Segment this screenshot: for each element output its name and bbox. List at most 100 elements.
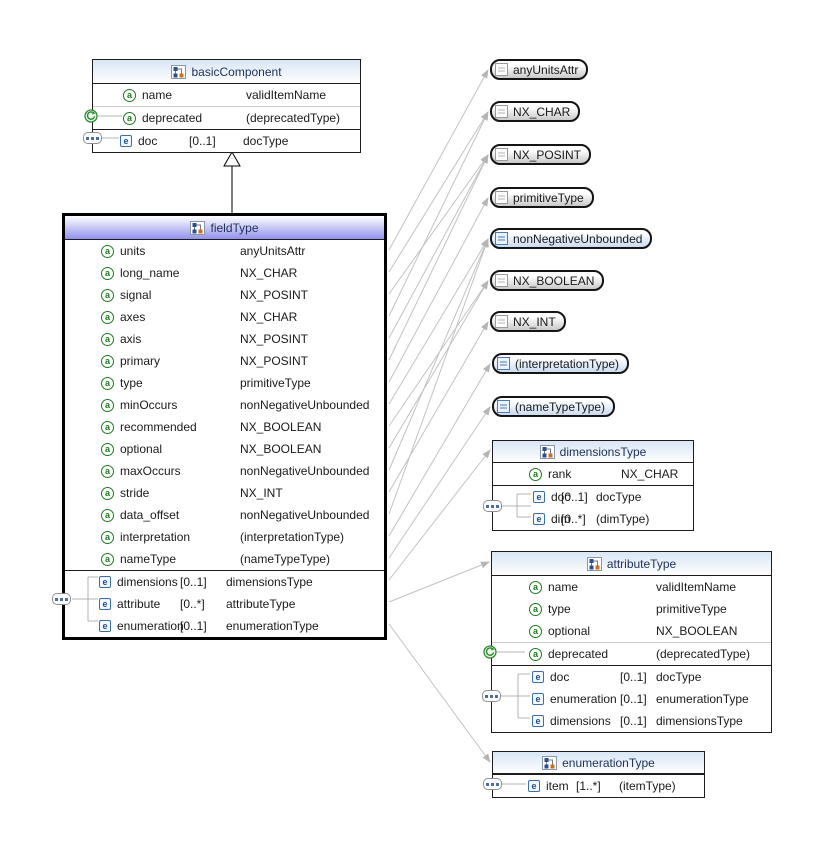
- attr-type: NX_INT: [240, 486, 283, 500]
- row-optional[interactable]: aoptionalNX_BOOLEAN: [65, 438, 384, 460]
- attribute-icon: a: [101, 289, 114, 302]
- elem-cardinality: [0..1]: [620, 714, 647, 728]
- simple-type-icon: [495, 63, 508, 76]
- row-primary[interactable]: aprimaryNX_POSINT: [65, 350, 384, 372]
- type-chip-nonNegativeUnbounded[interactable]: nonNegativeUnbounded: [490, 228, 652, 249]
- row-deprecated[interactable]: a deprecated (deprecatedType): [93, 106, 360, 129]
- attr-name: data_offset: [120, 508, 179, 522]
- element-icon: e: [532, 693, 544, 705]
- row-dimensions[interactable]: edimensions[0..1]dimensionsType: [65, 571, 384, 593]
- type-chip-NX_INT[interactable]: NX_INT: [490, 311, 566, 332]
- row-dimensions[interactable]: edimensions[0..1]dimensionsType: [492, 710, 771, 732]
- elem-name: doc: [550, 670, 569, 684]
- row-enumeration[interactable]: eenumeration[0..1]enumerationType: [492, 688, 771, 710]
- row-axes[interactable]: aaxesNX_CHAR: [65, 306, 384, 328]
- type-chip-NX_POSINT[interactable]: NX_POSINT: [490, 144, 591, 165]
- attr-name: optional: [548, 624, 590, 638]
- type-chip-nameTypeType[interactable]: (nameTypeType): [492, 396, 615, 417]
- elem-name: dimensions: [550, 714, 611, 728]
- attr-name: long_name: [120, 266, 179, 280]
- row-deprecated[interactable]: adeprecated(deprecatedType): [492, 642, 771, 665]
- row-enumeration[interactable]: eenumeration[0..1]enumerationType: [65, 615, 384, 637]
- elem-name: enumeration: [550, 692, 617, 706]
- type-chip-label: NX_BOOLEAN: [513, 274, 594, 288]
- elem-cardinality: [0..1]: [561, 490, 588, 504]
- row-type[interactable]: atypeprimitiveType: [65, 372, 384, 394]
- attribute-icon: a: [101, 245, 114, 258]
- box-title: attributeType: [607, 557, 676, 571]
- type-chip-anyUnitsAttr[interactable]: anyUnitsAttr: [490, 59, 588, 80]
- type-chip-primitiveType[interactable]: primitiveType: [490, 187, 594, 208]
- row-optional[interactable]: aoptionalNX_BOOLEAN: [492, 620, 771, 642]
- type-chip-NX_CHAR[interactable]: NX_CHAR: [490, 101, 580, 122]
- box-fieldType[interactable]: fieldType aunitsanyUnitsAttr along_nameN…: [62, 213, 387, 640]
- row-dim[interactable]: edim[0..*](dimType): [493, 508, 693, 530]
- row-recommended[interactable]: arecommendedNX_BOOLEAN: [65, 416, 384, 438]
- attribute-icon: a: [529, 581, 542, 594]
- attr-type: validItemName: [246, 88, 326, 102]
- elem-cardinality: [0..1]: [180, 619, 207, 633]
- row-name[interactable]: a name validItemName: [93, 84, 360, 106]
- attr-name: stride: [120, 486, 149, 500]
- row-doc[interactable]: e doc [0..1] docType: [93, 130, 360, 152]
- attr-type: (deprecatedType): [246, 111, 340, 125]
- simple-type-icon: [495, 232, 508, 245]
- box-header: basicComponent: [93, 60, 360, 84]
- elem-cardinality: [0..1]: [620, 692, 647, 706]
- type-chip-label: NX_POSINT: [513, 148, 581, 162]
- row-minOccurs[interactable]: aminOccursnonNegativeUnbounded: [65, 394, 384, 416]
- row-nameType[interactable]: anameType(nameTypeType): [65, 548, 384, 570]
- sequence-icon: [52, 593, 71, 605]
- elem-type: attributeType: [226, 597, 295, 611]
- attr-type: NX_BOOLEAN: [240, 420, 321, 434]
- row-item[interactable]: eitem[1..*](itemType): [493, 775, 704, 797]
- elem-cardinality: [0..*]: [561, 512, 586, 526]
- element-icon: e: [99, 598, 111, 610]
- row-type[interactable]: atypeprimitiveType: [492, 598, 771, 620]
- row-axis[interactable]: aaxisNX_POSINT: [65, 328, 384, 350]
- type-reference-lines: [389, 70, 490, 762]
- box-basicComponent[interactable]: basicComponent a name validItemName a de…: [92, 59, 361, 153]
- row-doc[interactable]: edoc[0..1]docType: [492, 666, 771, 688]
- box-title: dimensionsType: [560, 445, 647, 459]
- row-interpretation[interactable]: ainterpretation(interpretationType): [65, 526, 384, 548]
- simple-type-icon: [497, 400, 510, 413]
- elem-name: attribute: [117, 597, 160, 611]
- row-maxOccurs[interactable]: amaxOccursnonNegativeUnbounded: [65, 460, 384, 482]
- box-dimensionsType[interactable]: dimensionsType arankNX_CHAR edoc[0..1]do…: [492, 440, 694, 531]
- attr-name: type: [120, 376, 143, 390]
- complex-type-icon: [171, 65, 186, 79]
- attr-type: NX_POSINT: [240, 288, 308, 302]
- box-title: enumerationType: [562, 756, 655, 770]
- type-chip-NX_BOOLEAN[interactable]: NX_BOOLEAN: [490, 270, 604, 291]
- row-attribute[interactable]: eattribute[0..*]attributeType: [65, 593, 384, 615]
- box-enumerationType[interactable]: enumerationType eitem[1..*](itemType): [492, 751, 705, 798]
- attribute-icon: a: [101, 421, 114, 434]
- box-attributeType[interactable]: attributeType anamevalidItemName atypepr…: [491, 551, 772, 733]
- attr-name: nameType: [120, 552, 176, 566]
- row-name[interactable]: anamevalidItemName: [492, 576, 771, 598]
- type-chip-label: primitiveType: [513, 191, 584, 205]
- row-stride[interactable]: astrideNX_INT: [65, 482, 384, 504]
- elem-type: docType: [596, 490, 641, 504]
- row-data_offset[interactable]: adata_offsetnonNegativeUnbounded: [65, 504, 384, 526]
- type-chip-interpretationType[interactable]: (interpretationType): [492, 353, 629, 374]
- deprecated-icon: [84, 109, 98, 123]
- attribute-icon: a: [123, 112, 136, 125]
- attr-type: (interpretationType): [240, 530, 344, 544]
- box-header: dimensionsType: [493, 441, 693, 463]
- row-rank[interactable]: arankNX_CHAR: [493, 463, 693, 485]
- elem-cardinality: [1..*]: [576, 779, 601, 793]
- attr-name: axis: [120, 332, 141, 346]
- box-header: enumerationType: [493, 752, 704, 774]
- row-signal[interactable]: asignalNX_POSINT: [65, 284, 384, 306]
- attr-type: nonNegativeUnbounded: [240, 398, 369, 412]
- attr-name: minOccurs: [120, 398, 177, 412]
- row-units[interactable]: aunitsanyUnitsAttr: [65, 240, 384, 262]
- elem-cardinality: [0..1]: [180, 575, 207, 589]
- elem-name: item: [546, 779, 569, 793]
- row-doc[interactable]: edoc[0..1]docType: [493, 486, 693, 508]
- elem-name: enumeration: [117, 619, 184, 633]
- row-long_name[interactable]: along_nameNX_CHAR: [65, 262, 384, 284]
- simple-type-icon: [497, 357, 510, 370]
